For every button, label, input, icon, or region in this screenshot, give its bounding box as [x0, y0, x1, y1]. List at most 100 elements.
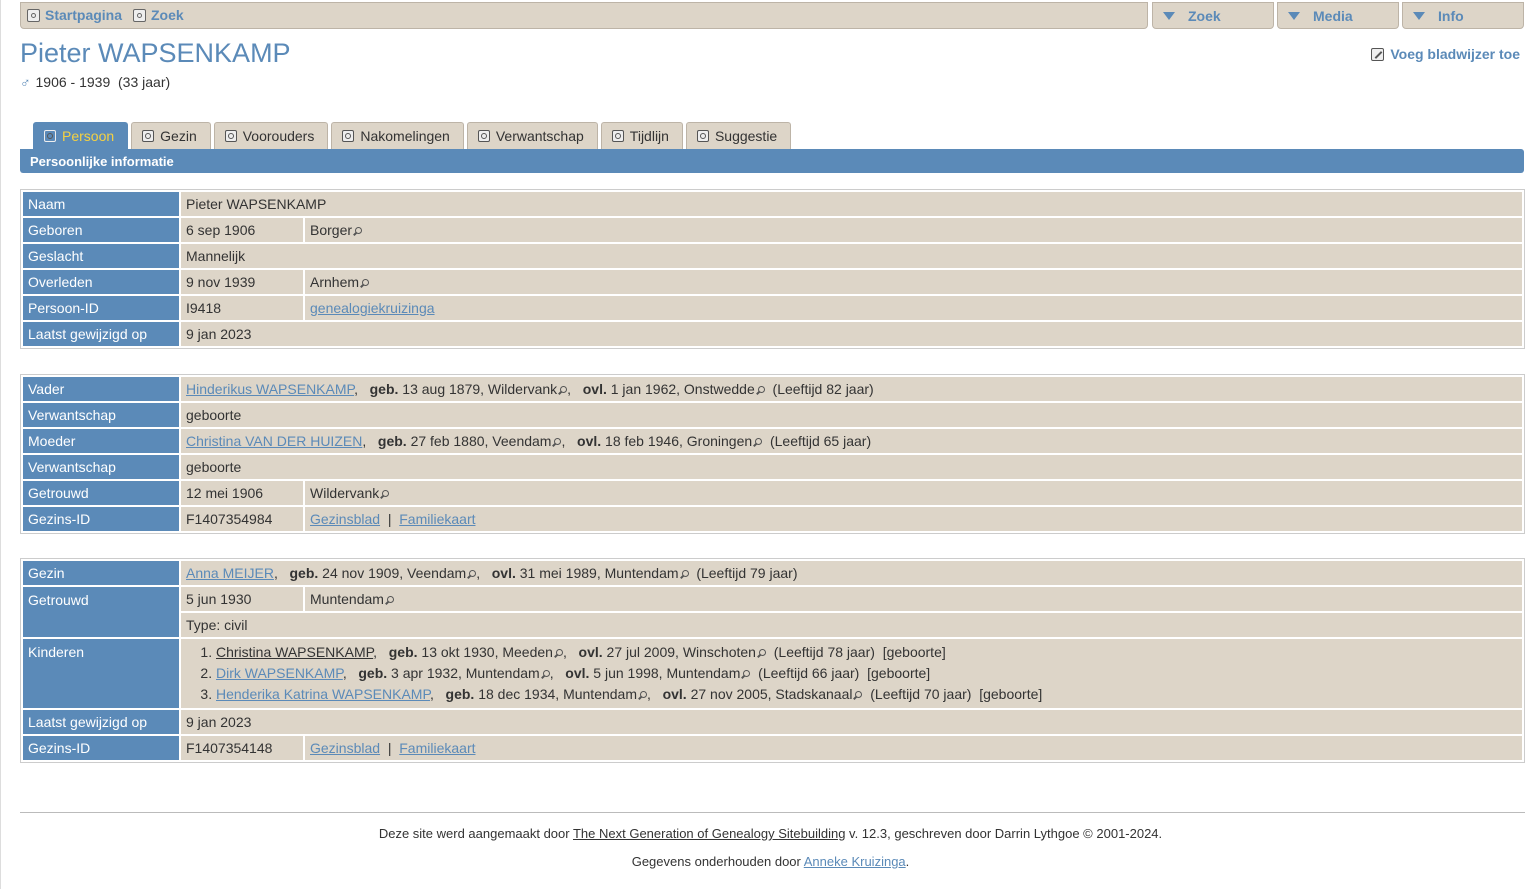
- father-link[interactable]: Hinderikus WAPSENKAMP: [186, 381, 354, 397]
- relationship-value: geboorte: [181, 455, 1522, 479]
- child-link[interactable]: Henderika Katrina WAPSENKAMP: [216, 686, 430, 702]
- search-link[interactable]: Zoek: [133, 7, 184, 23]
- child-link[interactable]: Dirk WAPSENKAMP: [216, 665, 343, 681]
- search-icon[interactable]: [542, 670, 550, 677]
- child-birth: 3 apr 1932, Muntendam: [391, 665, 540, 681]
- child-age: (Leeftijd 70 jaar): [870, 686, 972, 702]
- menu-search-button[interactable]: Zoek: [1152, 2, 1274, 29]
- descendants-icon: [342, 130, 355, 142]
- search-icon[interactable]: [758, 649, 766, 656]
- tab-label: Persoon: [62, 128, 115, 144]
- table-row: Geslacht Mannelijk: [23, 244, 1522, 268]
- search-icon[interactable]: [681, 570, 689, 577]
- chevron-down-icon: [1288, 12, 1300, 20]
- family-chart-link[interactable]: Familiekaart: [399, 740, 475, 756]
- birth-place: Borger: [310, 222, 353, 238]
- tree-link[interactable]: genealogiekruizinga: [310, 300, 435, 316]
- personal-info-table: Naam Pieter WAPSENKAMP Geboren 6 sep 190…: [20, 189, 1525, 349]
- children-cell: Christina WAPSENKAMP, geb. 13 okt 1930, …: [181, 639, 1522, 708]
- home-link[interactable]: Startpagina: [27, 7, 122, 23]
- search-icon[interactable]: [355, 227, 363, 234]
- death-place: Arnhem: [310, 274, 360, 290]
- search-icon[interactable]: [362, 279, 370, 286]
- child-link[interactable]: Christina WAPSENKAMP: [216, 644, 373, 660]
- tab-label: Nakomelingen: [360, 128, 450, 144]
- child-age: (Leeftijd 66 jaar): [758, 665, 860, 681]
- row-label: Laatst gewijzigd op: [23, 710, 179, 734]
- family-links-cell: Gezinsblad | Familiekaart: [305, 736, 1522, 760]
- search-icon[interactable]: [560, 386, 568, 393]
- birth-abbr: geb.: [289, 565, 319, 581]
- row-label: Vader: [23, 377, 179, 401]
- death-abbr: ovl.: [565, 665, 590, 681]
- table-row: Overleden 9 nov 1939 Arnhem: [23, 270, 1522, 294]
- search-icon[interactable]: [386, 596, 394, 603]
- mother-death: 18 feb 1946, Groningen: [605, 433, 753, 449]
- person-icon: [44, 130, 56, 142]
- marriage-date: 12 mei 1906: [181, 481, 303, 505]
- search-icon[interactable]: [382, 490, 390, 497]
- row-label: Kinderen: [23, 639, 179, 708]
- chevron-down-icon: [1413, 12, 1425, 20]
- tab-label: Suggestie: [714, 128, 778, 144]
- relationship-icon: [477, 130, 490, 142]
- tab-suggestion[interactable]: Suggestie: [685, 122, 792, 149]
- menu-media-label: Media: [1313, 8, 1353, 24]
- search-icon[interactable]: [640, 691, 647, 698]
- search-icon[interactable]: [555, 649, 563, 656]
- menu-info-button[interactable]: Info: [1402, 2, 1524, 29]
- birth-abbr: geb.: [445, 686, 475, 702]
- child-birth: 18 dec 1934, Muntendam: [478, 686, 637, 702]
- family-chart-link[interactable]: Familiekaart: [399, 511, 475, 527]
- menu-media-button[interactable]: Media: [1277, 2, 1399, 29]
- search-icon[interactable]: [757, 386, 765, 393]
- footer-text: Deze site werd aangemaakt door: [378, 826, 573, 841]
- death-abbr: ovl.: [662, 686, 687, 702]
- page-title: Pieter WAPSENKAMP: [20, 38, 291, 68]
- child-death: 27 nov 2005, Stadskanaal: [690, 686, 853, 702]
- table-row: Getrouwd 12 mei 1906 Wildervank: [23, 481, 1522, 505]
- search-icon[interactable]: [469, 570, 477, 577]
- spouse-cell: Anna MEIJER, geb. 24 nov 1909, Veendam, …: [181, 561, 1522, 585]
- search-icon[interactable]: [755, 438, 763, 445]
- row-label: Geboren: [23, 218, 179, 242]
- search-icon[interactable]: [554, 438, 562, 445]
- tab-descendants[interactable]: Nakomelingen: [331, 122, 464, 149]
- death-abbr: ovl.: [582, 381, 607, 397]
- table-row: Verwantschap geboorte: [23, 403, 1522, 427]
- maintainer-link[interactable]: Anneke Kruizinga: [804, 854, 906, 869]
- gender-value: Mannelijk: [181, 244, 1522, 268]
- family-sheet-link[interactable]: Gezinsblad: [310, 511, 380, 527]
- tab-ancestors[interactable]: Voorouders: [213, 122, 329, 149]
- table-row: Getrouwd 5 jun 1930 Muntendam: [23, 587, 1522, 637]
- row-label: Getrouwd: [23, 587, 179, 637]
- mother-cell: Christina VAN DER HUIZEN, geb. 27 feb 18…: [181, 429, 1522, 453]
- footer-maintainer: Gegevens onderhouden door Anneke Kruizin…: [1, 854, 1539, 869]
- birth-abbr: geb.: [369, 381, 399, 397]
- tab-label: Tijdlijn: [629, 128, 669, 144]
- marriage-place-cell: Wildervank: [305, 481, 1522, 505]
- tab-family[interactable]: Gezin: [131, 122, 211, 149]
- table-row: Laatst gewijzigd op 9 jan 2023: [23, 710, 1522, 734]
- search-icon[interactable]: [743, 670, 751, 677]
- table-row: Gezin Anna MEIJER, geb. 24 nov 1909, Vee…: [23, 561, 1522, 585]
- family-sheet-link[interactable]: Gezinsblad: [310, 740, 380, 756]
- add-bookmark-link[interactable]: Voeg bladwijzer toe: [1371, 46, 1520, 62]
- family-id: F1407354148: [181, 736, 303, 760]
- person-name-value: Pieter WAPSENKAMP: [181, 192, 1522, 216]
- spouse-link[interactable]: Anna MEIJER: [186, 565, 274, 581]
- person-id: I9418: [181, 296, 303, 320]
- search-icon: [133, 8, 146, 22]
- tab-person[interactable]: Persoon: [33, 122, 129, 149]
- family-id: F1407354984: [181, 507, 303, 531]
- tab-label: Verwantschap: [495, 128, 584, 144]
- children-list: Christina WAPSENKAMP, geb. 13 okt 1930, …: [186, 642, 1517, 705]
- tab-timeline[interactable]: Tijdlijn: [600, 122, 683, 149]
- table-row: Vader Hinderikus WAPSENKAMP, geb. 13 aug…: [23, 377, 1522, 401]
- search-link-label: Zoek: [151, 7, 184, 23]
- row-label: Persoon-ID: [23, 296, 179, 320]
- tab-relationship[interactable]: Verwantschap: [466, 122, 598, 149]
- mother-link[interactable]: Christina VAN DER HUIZEN: [186, 433, 362, 449]
- tng-link[interactable]: The Next Generation of Genealogy Sitebui…: [573, 826, 845, 841]
- search-icon[interactable]: [855, 691, 863, 698]
